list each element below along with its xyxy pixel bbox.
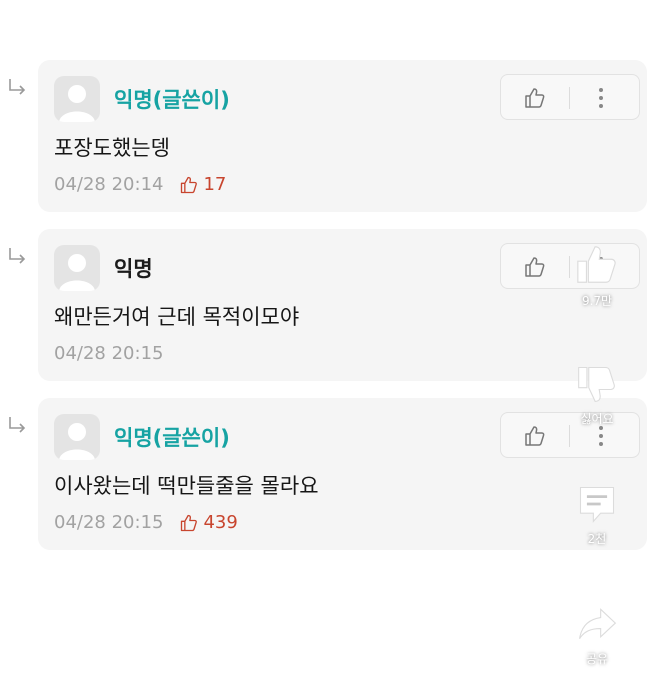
action-divider (569, 87, 570, 109)
side-comment-button[interactable]: 2천 (566, 482, 628, 547)
comment-timestamp: 04/28 20:15 (54, 343, 164, 364)
comment-text: 포장도했는뎅 (54, 136, 170, 160)
reply-arrow-icon (9, 248, 26, 264)
comment-likes: 439 (179, 512, 238, 533)
avatar-icon (59, 85, 95, 122)
thumbs-up-icon (181, 176, 198, 193)
comment-card: 익명 왜만든거여 근데 목적이모야 04/28 20:15 (38, 229, 647, 381)
comment-nickname: 익명(글쓴이) (114, 88, 230, 112)
avatar (54, 76, 100, 122)
side-dislike-label: 싫어요 (580, 412, 614, 426)
comment-nickname: 익명 (114, 257, 153, 281)
more-vertical-icon[interactable] (597, 85, 605, 111)
side-like-count: 9.7만 (581, 294, 613, 308)
thumbs-up-icon[interactable] (523, 86, 547, 110)
comment-likes: 17 (179, 174, 226, 195)
comment-action-box (500, 74, 640, 120)
side-dislike-button[interactable]: 싫어요 (566, 362, 628, 427)
comment-timestamp: 04/28 20:14 (54, 174, 164, 195)
thumbs-up-icon[interactable] (523, 424, 547, 448)
side-comment-count: 2천 (587, 532, 607, 546)
reply-arrow-icon (9, 417, 26, 433)
avatar-icon (59, 254, 95, 291)
thumbs-up-icon[interactable] (523, 255, 547, 279)
comment-like-count: 17 (203, 174, 227, 195)
comment-like-count: 439 (203, 512, 238, 533)
share-icon[interactable] (575, 602, 619, 646)
action-divider (569, 425, 570, 447)
comment-icon[interactable] (575, 482, 619, 526)
side-like-button[interactable]: 9.7만 (566, 242, 628, 309)
comment-nickname: 익명(글쓴이) (114, 426, 230, 450)
side-share-button[interactable]: 공유 (566, 602, 628, 667)
thumbs-down-icon[interactable] (575, 362, 619, 406)
avatar-icon (59, 423, 95, 460)
thumbs-up-icon[interactable] (574, 242, 620, 288)
avatar (54, 245, 100, 291)
comment-card: 익명(글쓴이) 이사왔는데 떡만들줄을 몰라요 04/28 20:15 439 (38, 398, 647, 550)
side-share-label: 공유 (585, 652, 609, 666)
comment-timestamp: 04/28 20:15 (54, 512, 164, 533)
comment-text: 왜만든거여 근데 목적이모야 (54, 305, 300, 329)
comment-meta: 04/28 20:15 (54, 343, 163, 364)
comment-text: 이사왔는데 떡만들줄을 몰라요 (54, 474, 319, 498)
comment-meta: 04/28 20:14 17 (54, 174, 226, 195)
comment-card: 익명(글쓴이) 포장도했는뎅 04/28 20:14 17 (38, 60, 647, 212)
comment-meta: 04/28 20:15 439 (54, 512, 238, 533)
avatar (54, 414, 100, 460)
reply-arrow-icon (9, 79, 26, 95)
thumbs-up-icon (181, 514, 198, 531)
